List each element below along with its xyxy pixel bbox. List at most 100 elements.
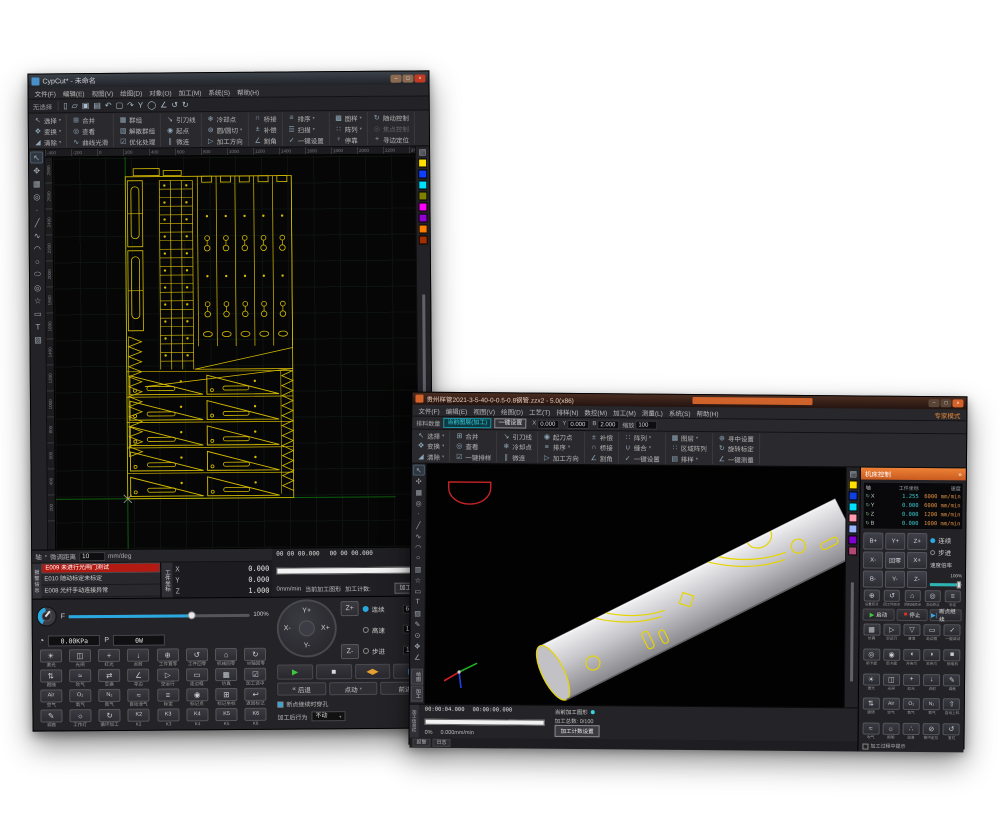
maximize-button[interactable]: □ [402,74,413,82]
float-origin-button[interactable]: ◎浮动原点 [923,590,941,607]
ribbon-item[interactable]: ◎查看 [72,125,108,135]
jog-x-minus[interactable]: X- [284,625,291,632]
start-button[interactable]: ▶启动 [863,609,895,621]
jog-z-plus[interactable]: Z+ [341,601,359,616]
rect-icon[interactable]: ▭ [412,586,424,597]
exchange-button[interactable]: ⇄交换 [96,669,123,688]
air-button[interactable]: Air空气 [37,689,64,708]
jog-Y+-button[interactable]: Y+ [885,533,905,550]
ribbon-item[interactable]: ∩桥接 [254,113,277,123]
menu-item[interactable]: 编辑(E) [63,88,85,98]
cylinder-icon[interactable]: ▥ [412,564,424,575]
ribbon-item[interactable]: ≡排序▾ [288,113,324,123]
layer-color-swatch[interactable] [849,480,858,489]
front-chuck-button[interactable]: ◎前卡盘 [862,648,880,665]
panel-header[interactable]: 机床控制» [861,468,966,481]
view-icon[interactable]: ◎ [30,190,43,202]
loop-process-button[interactable]: ↻循环加工 [96,709,123,728]
ribbon-item[interactable]: ⊞合并 [72,114,108,124]
menu-item[interactable]: 加工(M) [613,407,636,417]
point-icon[interactable]: · [30,203,43,215]
layer-color-swatch[interactable] [848,535,857,544]
ribbon-item[interactable]: ∷区域阵列 [671,443,707,453]
jog-dropdown[interactable]: 点动▾ [329,682,378,695]
rect-icon[interactable]: ▭ [31,307,44,319]
after-select[interactable]: 不动▾ [311,711,345,721]
rear-chuck-button[interactable]: ◉后卡盘 [882,648,900,665]
layer-color-swatch[interactable] [849,491,858,500]
ribbon-item[interactable]: ▩图样▾ [335,112,362,122]
bottom-tab[interactable]: 报警 [412,739,430,747]
ribbon-item[interactable]: ∪缝合▾ [624,443,660,453]
mode-link[interactable]: 专家模式 [934,410,960,420]
ribbon-item[interactable]: ▷加工方向 [207,135,243,145]
menu-item[interactable]: 文件(F) [418,405,439,415]
snap-y-icon[interactable]: Y [138,101,143,109]
slider-thumb[interactable] [957,581,961,588]
line-icon[interactable]: ╱ [412,520,424,531]
info-tab[interactable]: 加工信息栏 [410,705,419,738]
bottom-tab[interactable]: 日志 [432,739,450,747]
jog-center[interactable] [299,620,315,636]
work-origin-button[interactable]: ↺回工件原点 [883,590,901,607]
jog-mode-row[interactable]: 连续 [930,535,962,545]
menu-item[interactable]: 视图(V) [473,406,495,416]
smooth-icon[interactable]: ∿ [31,229,44,241]
ribbon-item[interactable]: ⊕寻中设置 [718,433,754,443]
frame-button[interactable]: ▭走边框 [923,624,941,641]
menu-item[interactable]: 对象(O) [149,87,171,97]
jog-X--button[interactable]: X- [863,552,883,569]
k6-button[interactable]: K6K6 [242,708,269,727]
menu-item[interactable]: 加工(M) [179,87,202,97]
layer-color-swatch[interactable] [848,524,857,533]
menu-item[interactable]: 绘图(D) [501,406,523,416]
field-input[interactable]: 0.000 [537,419,559,428]
arc-icon[interactable]: ◠ [412,542,424,553]
ribbon-item[interactable]: ∿曲线光滑 [72,136,108,146]
menu-item[interactable]: 绘图(D) [120,87,142,97]
node-icon[interactable]: ⊙ [411,630,423,641]
start-button[interactable]: ▶ [277,664,313,679]
pause-button[interactable]: ◀▶ [355,664,391,679]
measure2-icon[interactable]: ∠ [411,652,423,663]
nitrogen-button[interactable]: N₂氮气 [96,689,123,708]
k5-button[interactable]: K5K5 [213,708,240,727]
scrollbar[interactable] [850,561,854,703]
drawing-canvas[interactable] [53,155,418,550]
layer-color-swatch[interactable] [419,235,428,244]
stop-button[interactable]: ■ [316,664,352,679]
view-icon[interactable]: ◎ [413,498,425,509]
close-jaw-button[interactable]: ◗关夹爪 [923,649,941,666]
minimize-button[interactable]: – [390,74,401,82]
backward-button[interactable]: «后退 [277,682,326,695]
process-selected-button[interactable]: ☑加工选中 [242,668,269,687]
ribbon-item[interactable]: ◢清除▾ [34,137,61,147]
ribbon-item[interactable]: ∩桥接 [590,443,613,453]
view-prev-icon[interactable]: ↺ [171,101,178,109]
layers-icon[interactable]: ▤ [850,469,858,478]
menu-item[interactable]: 系统(S) [669,407,691,417]
nitrogen-button[interactable]: N₂氮气 [922,698,940,715]
ribbon-item[interactable]: ∷阵列▾ [335,123,362,133]
undo-icon[interactable]: ↶ [105,101,112,109]
3d-canvas[interactable] [425,464,846,708]
blow-button[interactable]: ≈吹气 [66,669,93,688]
slider-thumb[interactable] [188,611,196,619]
star-icon[interactable]: ☆ [412,575,424,586]
jog-y-plus[interactable]: Y+ [302,607,311,614]
paste-icon[interactable]: ▢ [116,101,124,109]
shutter-button[interactable]: ◫光闸 [66,649,93,668]
menu-item[interactable]: 排样(N) [556,406,578,416]
layer-color-swatch[interactable] [848,546,857,555]
quick-test-button[interactable]: ✓一键调试 [943,624,961,641]
alarm-tab[interactable]: 报警信息 [32,563,41,598]
point-icon[interactable]: · [412,509,424,520]
ribbon-item[interactable]: ▷加工方向 [543,453,579,463]
menu-item[interactable]: 测量(L) [642,407,663,417]
laser-button[interactable]: ☀激光 [862,673,880,690]
layers-icon[interactable]: ▤ [93,102,101,110]
menu-item[interactable]: 工艺(T) [529,406,550,416]
mark-coord-button[interactable]: ⊞标记坐标 [213,688,240,707]
ribbon-item[interactable]: ✓一键设置 [624,453,660,463]
shutter-button[interactable]: ◫光闸 [882,673,900,690]
